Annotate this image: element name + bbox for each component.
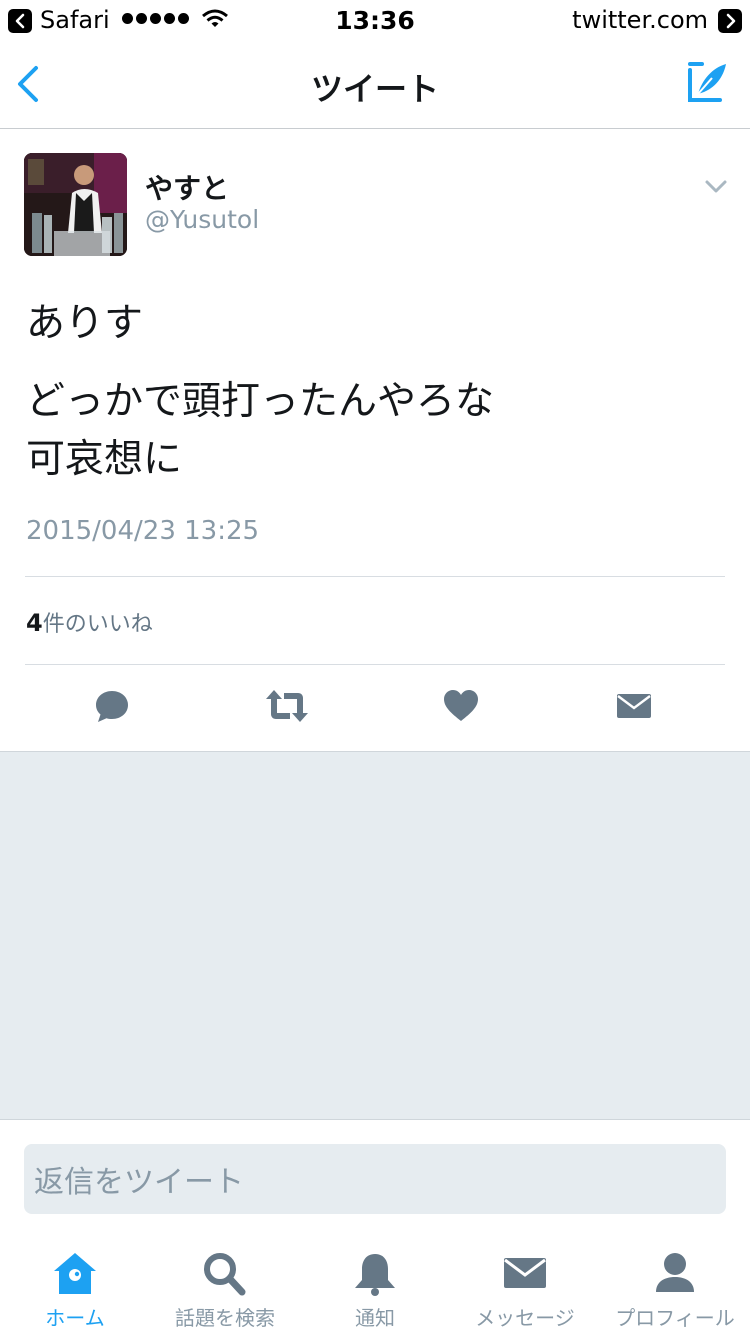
avatar-photo bbox=[24, 153, 127, 256]
forward-to-site-button[interactable] bbox=[718, 9, 742, 33]
replies-area bbox=[0, 752, 750, 1120]
tab-notifications[interactable]: 通知 bbox=[300, 1236, 450, 1334]
compose-tweet-button[interactable] bbox=[684, 60, 730, 106]
heart-icon bbox=[444, 690, 478, 721]
chevron-down-icon bbox=[705, 180, 727, 193]
tab-label: 通知 bbox=[355, 1306, 395, 1330]
like-button[interactable] bbox=[441, 686, 481, 726]
tab-search[interactable]: 話題を検索 bbox=[150, 1236, 300, 1334]
tweet-timestamp: 2015/04/23 13:25 bbox=[26, 516, 260, 546]
status-bar: Safari 13:36 twitter.com bbox=[0, 0, 750, 40]
like-count: 4 bbox=[26, 609, 43, 637]
retweet-button[interactable] bbox=[264, 686, 310, 726]
like-count-link[interactable]: 4件のいいね bbox=[26, 606, 153, 638]
chevron-right-icon bbox=[726, 13, 736, 29]
reply-input[interactable]: 返信をツイート bbox=[24, 1144, 726, 1214]
tab-messages[interactable]: メッセージ bbox=[450, 1236, 600, 1334]
divider bbox=[25, 664, 725, 665]
tweet-text-paragraph: ありす bbox=[26, 301, 144, 346]
divider bbox=[25, 576, 725, 577]
speech-bubble-icon bbox=[96, 691, 128, 722]
like-count-suffix: 件のいいね bbox=[42, 612, 153, 637]
reply-bar: 返信をツイート bbox=[0, 1120, 750, 1235]
tab-label: プロフィール bbox=[615, 1306, 735, 1330]
tab-label: 話題を検索 bbox=[175, 1306, 275, 1330]
tweet-text: ありす どっかで頭打ったんやろな 可哀想に bbox=[26, 295, 726, 489]
envelope-icon bbox=[504, 1258, 546, 1288]
retweet-icon bbox=[266, 690, 308, 722]
search-icon bbox=[204, 1253, 246, 1296]
tweet-detail: やすと @Yusutol ありす どっかで頭打ったんやろな 可哀想に 2015/… bbox=[0, 130, 750, 752]
navigation-bar: ツイート bbox=[0, 40, 750, 129]
tab-profile[interactable]: プロフィール bbox=[600, 1236, 750, 1334]
person-icon bbox=[656, 1253, 694, 1292]
author-name[interactable]: やすと bbox=[145, 167, 229, 207]
home-icon bbox=[54, 1253, 96, 1294]
tweet-text-line: どっかで頭打ったんやろな bbox=[26, 379, 495, 424]
tweet-menu-button[interactable] bbox=[704, 177, 728, 197]
author-handle[interactable]: @Yusutol bbox=[145, 205, 259, 234]
avatar[interactable] bbox=[24, 153, 127, 256]
tab-label: メッセージ bbox=[475, 1306, 575, 1330]
tab-label: ホーム bbox=[45, 1306, 105, 1330]
status-host: twitter.com bbox=[572, 6, 708, 34]
tab-home[interactable]: ホーム bbox=[0, 1236, 150, 1334]
tweet-text-line: 可哀想に bbox=[26, 437, 183, 482]
direct-message-button[interactable] bbox=[614, 686, 654, 726]
page-title: ツイート bbox=[310, 70, 439, 108]
tab-bar: ホーム 話題を検索 通知 メッセージ プロフィール bbox=[0, 1236, 750, 1334]
reply-button[interactable] bbox=[92, 686, 132, 726]
bell-icon bbox=[355, 1254, 395, 1296]
compose-quill-icon bbox=[688, 62, 726, 102]
envelope-icon bbox=[617, 694, 651, 718]
